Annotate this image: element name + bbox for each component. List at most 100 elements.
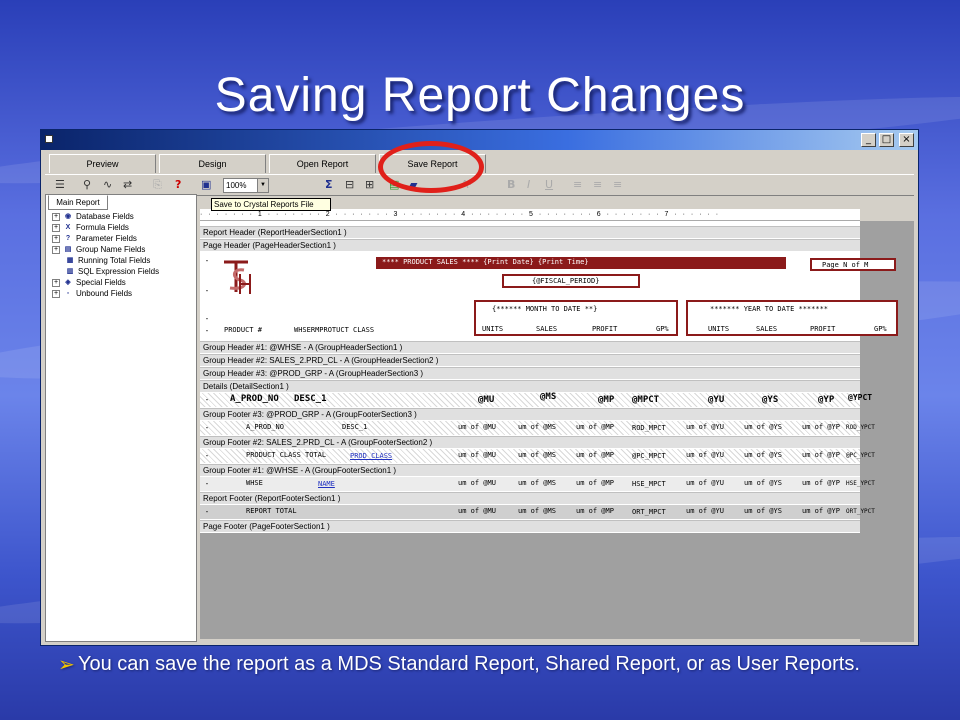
gf1-field-4[interactable]: um of @MS (518, 479, 556, 488)
gf2-field-6[interactable]: @PC_MPCT (632, 452, 666, 461)
gf2-field-5[interactable]: um of @MP (576, 451, 614, 460)
close-button[interactable]: × (899, 133, 914, 147)
maximize-button[interactable]: □ (879, 133, 894, 147)
chart-icon[interactable]: ∿ (103, 178, 112, 192)
gf3-field-2[interactable]: DESC_1 (342, 423, 367, 432)
field-ypct[interactable]: @YPCT (848, 393, 872, 402)
rf-field-8[interactable]: um of @YS (744, 507, 782, 516)
field-ys[interactable]: @YS (762, 396, 778, 405)
gf1-field-6[interactable]: HSE_MPCT (632, 480, 666, 489)
gf2-field-3[interactable]: um of @MU (458, 451, 496, 460)
gf1-field-2[interactable]: NAME (318, 480, 335, 489)
tab-open-report[interactable]: Open Report (269, 154, 376, 173)
tree-item-running-total-fields[interactable]: ▦ Running Total Fields (65, 256, 151, 266)
gf1-field-10[interactable]: HSE_YPCT (846, 479, 875, 488)
section-page-header[interactable]: Page Header (PageHeaderSection1 ) (200, 239, 860, 251)
rf-field-3[interactable]: um of @MU (458, 507, 496, 516)
sql-icon: ▥ (66, 267, 74, 275)
rf-field-10[interactable]: ORT_YPCT (846, 507, 875, 516)
rf-field-4[interactable]: um of @MS (518, 507, 556, 516)
rf-field-6[interactable]: ORT_MPCT (632, 508, 666, 517)
section-details[interactable]: Details (DetailSection1 ) (200, 380, 860, 392)
crystal-reports-window: _ □ × Preview Design Open Report Save Re… (40, 129, 919, 646)
gf2-field-1[interactable]: PRODUCT CLASS TOTAL (246, 451, 326, 460)
select-expert-icon[interactable]: ⇄ (123, 178, 132, 192)
gf2-field-8[interactable]: um of @YS (744, 451, 782, 460)
section-report-footer[interactable]: Report Footer (ReportFooterSection1 ) (200, 492, 860, 504)
gf1-field-5[interactable]: um of @MP (576, 479, 614, 488)
tree-item-formula-fields[interactable]: + X Formula Fields (52, 223, 129, 233)
gf3-field-10[interactable]: ROD_YPCT (846, 423, 875, 432)
gf3-field-8[interactable]: um of @YS (744, 423, 782, 432)
page-number-box[interactable]: Page N of M (810, 258, 896, 271)
section-group-footer-2[interactable]: Group Footer #2: SALES_2.PRD_CL - A (Gro… (200, 436, 860, 448)
field-mu[interactable]: @MU (478, 396, 494, 405)
tab-design[interactable]: Design (159, 154, 266, 173)
rf-field-9[interactable]: um of @YP (802, 507, 840, 516)
gf1-field-7[interactable]: um of @YU (686, 479, 724, 488)
rf-field-1[interactable]: REPORT TOTAL (246, 507, 297, 516)
gf1-field-8[interactable]: um of @YS (744, 479, 782, 488)
tab-main-report[interactable]: Main Report (48, 195, 108, 210)
chevron-down-icon[interactable]: ▼ (257, 179, 268, 192)
zoom-value: 100% (226, 181, 247, 190)
section-group-header-1[interactable]: Group Header #1: @WHSE - A (GroupHeaderS… (200, 341, 860, 353)
group-icon[interactable]: ⊟ (345, 178, 354, 192)
gf2-field-9[interactable]: um of @YP (802, 451, 840, 460)
section-group-header-3[interactable]: Group Header #3: @PROD_GRP - A (GroupHea… (200, 367, 860, 379)
field-mpct[interactable]: @MPCT (632, 396, 659, 405)
field-prod-no[interactable]: A_PROD_NO (230, 395, 279, 404)
gf1-field-3[interactable]: um of @MU (458, 479, 496, 488)
gf1-field-1[interactable]: WHSE (246, 479, 263, 488)
save-to-file-icon[interactable]: ▣ (201, 178, 211, 192)
field-yu[interactable]: @YU (708, 396, 724, 405)
gf3-field-7[interactable]: um of @YU (686, 423, 724, 432)
minimize-button[interactable]: _ (861, 133, 876, 147)
align-center-icon: ≡ (593, 178, 603, 191)
gf3-field-4[interactable]: um of @MS (518, 423, 556, 432)
gf2-field-7[interactable]: um of @YU (686, 451, 724, 460)
field-mp[interactable]: @MP (598, 396, 614, 405)
gf2-field-4[interactable]: um of @MS (518, 451, 556, 460)
tree-toggle-icon[interactable]: ☰ (55, 178, 65, 192)
gf2-field-10[interactable]: @PC_YPCT (846, 451, 875, 460)
report-title-banner[interactable]: **** PRODUCT SALES **** {Print Date} {Pr… (376, 257, 786, 269)
gf3-field-6[interactable]: ROD_MPCT (632, 424, 666, 433)
bullet-text: You can save the report as a MDS Standar… (78, 653, 860, 675)
insert-field-icon[interactable]: ⊞ (365, 178, 374, 192)
section-report-header[interactable]: Report Header (ReportHeaderSection1 ) (200, 226, 860, 238)
tree-item-parameter-fields[interactable]: +? Parameter Fields (52, 234, 137, 244)
field-yp[interactable]: @YP (818, 396, 834, 405)
gf3-field-5[interactable]: um of @MP (576, 423, 614, 432)
sum-icon[interactable]: Σ (325, 178, 333, 192)
tree-item-database-fields[interactable]: + ◉ Database Fields (52, 212, 134, 222)
product-number-label[interactable]: PRODUCT # (224, 326, 262, 335)
month-to-date-box[interactable]: {****** MONTH TO DATE **} UNITS SALES PR… (474, 300, 678, 336)
gf2-field-2[interactable]: PROD CLASS (350, 452, 392, 461)
gf3-field-3[interactable]: um of @MU (458, 423, 496, 432)
gf3-field-1[interactable]: A_PROD_NO (246, 423, 284, 432)
section-group-header-2[interactable]: Group Header #2: SALES_2.PRD_CL - A (Gro… (200, 354, 860, 366)
gf3-field-9[interactable]: um of @YP (802, 423, 840, 432)
tree-item-special-fields[interactable]: + ◈ Special Fields (52, 278, 126, 288)
zoom-select[interactable]: 100% ▼ (223, 178, 269, 193)
year-to-date-box[interactable]: ******* YEAR TO DATE ******* UNITS SALES… (686, 300, 898, 336)
section-group-footer-3[interactable]: Group Footer #3: @PROD_GRP - A (GroupFoo… (200, 408, 860, 420)
section-page-footer[interactable]: Page Footer (PageFooterSection1 ) (200, 520, 860, 532)
tree-item-sql-expression-fields[interactable]: ▥ SQL Expression Fields (65, 267, 159, 277)
running-total-icon: ▦ (66, 256, 74, 264)
tree-item-group-name-fields[interactable]: + ▤ Group Name Fields (52, 245, 145, 255)
field-desc[interactable]: DESC_1 (294, 395, 327, 404)
section-group-footer-1[interactable]: Group Footer #1: @WHSE - A (GroupFooterS… (200, 464, 860, 476)
company-logo (224, 260, 251, 294)
fiscal-period-field[interactable]: {@FISCAL_PERIOD} (502, 274, 640, 288)
help-icon[interactable]: ? (175, 178, 181, 192)
field-ms[interactable]: @MS (540, 393, 556, 402)
rf-field-5[interactable]: um of @MP (576, 507, 614, 516)
description-label[interactable]: WHSERMPROTUCT CLASS (294, 326, 374, 335)
tree-item-unbound-fields[interactable]: + ▫ Unbound Fields (52, 289, 132, 299)
rf-field-7[interactable]: um of @YU (686, 507, 724, 516)
gf1-field-9[interactable]: um of @YP (802, 479, 840, 488)
tab-preview[interactable]: Preview (49, 154, 156, 173)
field-explorer-icon[interactable]: ⚲ (83, 178, 91, 192)
